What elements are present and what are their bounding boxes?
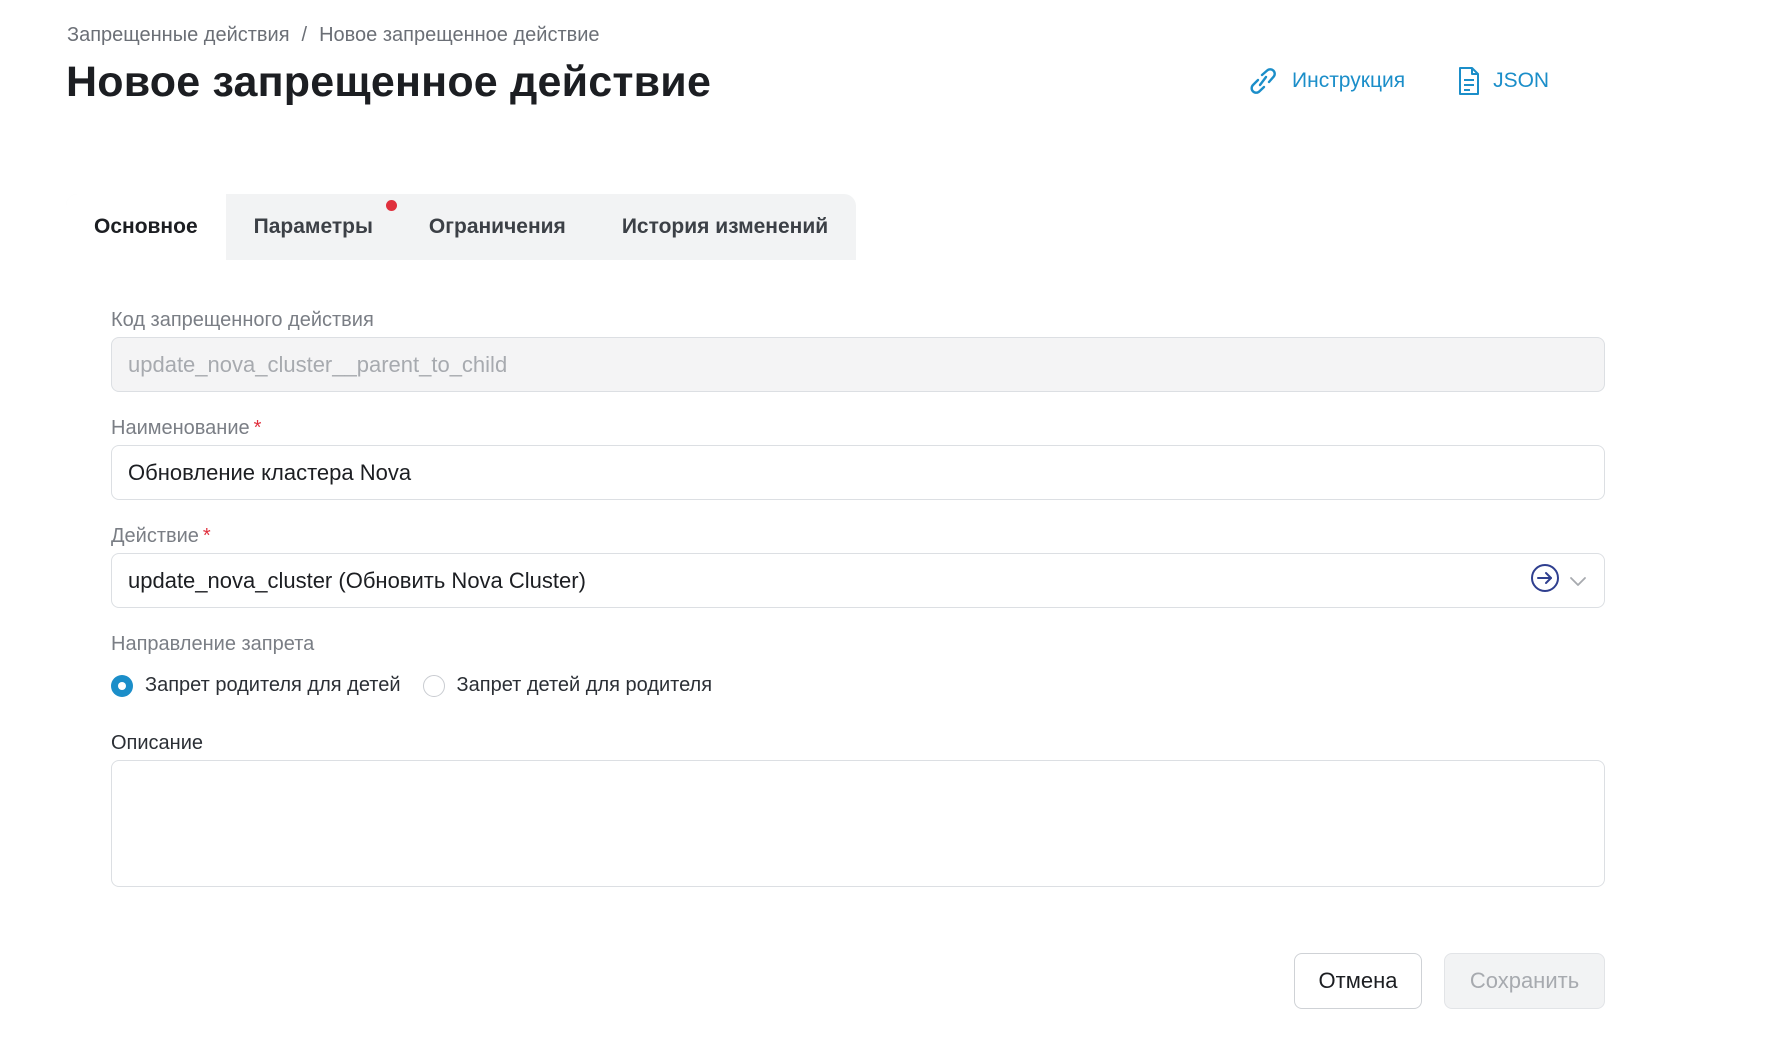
direction-radio-group: Запрет родителя для детей Запрет детей д… <box>111 674 712 697</box>
action-value: update_nova_cluster (Обновить Nova Clust… <box>128 567 586 593</box>
action-select[interactable]: update_nova_cluster (Обновить Nova Clust… <box>111 553 1605 608</box>
tab-restrictions-label: Ограничения <box>428 215 566 238</box>
required-mark: * <box>253 417 262 439</box>
radio-checked-icon <box>111 674 133 697</box>
tab-parameters-label: Параметры <box>253 215 373 238</box>
cancel-button[interactable]: Отмена <box>1294 953 1422 1009</box>
radio-unchecked-icon <box>422 674 445 697</box>
action-label: Действие * <box>111 525 211 548</box>
name-label-text: Наименование <box>111 417 250 439</box>
header-links: Инструкция JSON <box>1246 66 1549 96</box>
chevron-down-icon[interactable] <box>1568 568 1588 594</box>
code-label: Код запрещенного действия <box>111 309 374 331</box>
breadcrumb: Запрещенные действия / Новое запрещенное… <box>67 24 600 47</box>
action-select-controls <box>1530 563 1588 599</box>
page: Запрещенные действия / Новое запрещенное… <box>0 0 1788 1043</box>
tab-indicator-dot <box>385 200 397 211</box>
tab-history-label: История изменений <box>621 215 829 238</box>
radio-children-for-parent-label: Запрет детей для родителя <box>456 674 713 696</box>
description-label: Описание <box>111 732 204 754</box>
radio-parent-for-children[interactable]: Запрет родителя для детей <box>111 674 401 697</box>
breadcrumb-parent-link[interactable]: Запрещенные действия <box>67 24 290 47</box>
action-label-text: Действие <box>111 525 199 547</box>
arrow-right-circle-icon[interactable] <box>1530 563 1560 599</box>
instruction-link-label: Инструкция <box>1292 69 1406 92</box>
document-icon <box>1457 66 1481 96</box>
direction-label: Направление запрета <box>111 633 315 655</box>
breadcrumb-current: Новое запрещенное действие <box>319 24 600 46</box>
save-button[interactable]: Сохранить <box>1444 953 1605 1009</box>
breadcrumb-separator: / <box>301 24 308 46</box>
page-title: Новое запрещенное действие <box>66 58 712 106</box>
tab-bar: Основное Параметры Ограничения История и… <box>66 194 857 260</box>
name-field[interactable]: Обновление кластера Nova <box>111 445 1605 500</box>
tab-parameters[interactable]: Параметры <box>226 194 401 260</box>
description-textarea[interactable] <box>111 760 1605 887</box>
tab-history[interactable]: История изменений <box>594 194 856 260</box>
link-icon <box>1246 68 1280 94</box>
name-label: Наименование * <box>111 417 261 440</box>
name-value: Обновление кластера Nova <box>128 459 412 485</box>
tab-main-label: Основное <box>94 215 198 238</box>
json-link[interactable]: JSON <box>1457 66 1549 96</box>
tab-main[interactable]: Основное <box>66 194 226 260</box>
code-field: update_nova_cluster__parent_to_child <box>111 337 1605 392</box>
radio-parent-for-children-label: Запрет родителя для детей <box>145 674 401 696</box>
instruction-link[interactable]: Инструкция <box>1246 68 1405 94</box>
tab-restrictions[interactable]: Ограничения <box>401 194 594 260</box>
json-link-label: JSON <box>1493 69 1550 92</box>
required-mark: * <box>202 525 211 547</box>
code-value: update_nova_cluster__parent_to_child <box>128 351 508 377</box>
radio-children-for-parent[interactable]: Запрет детей для родителя <box>422 674 713 697</box>
